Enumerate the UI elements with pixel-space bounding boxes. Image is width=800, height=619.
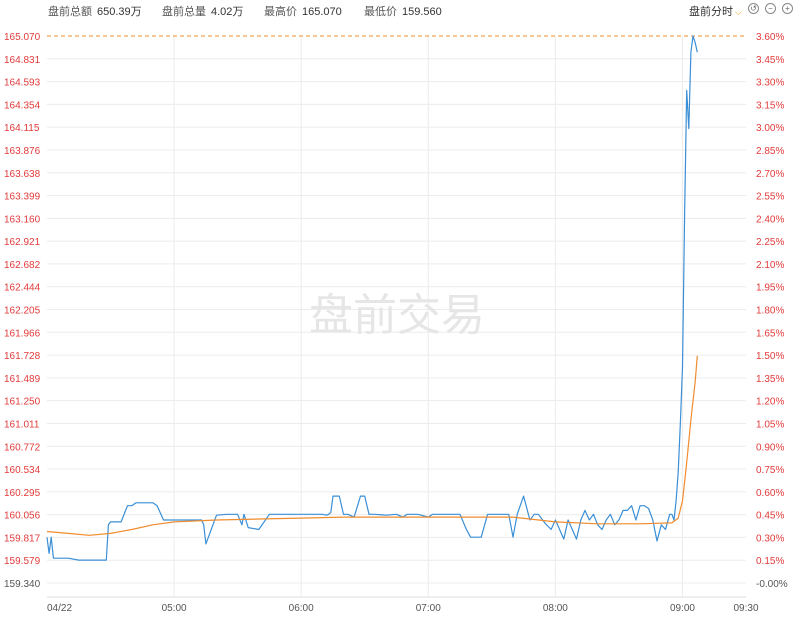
- y-tick-label-right: 0.90%: [756, 442, 784, 453]
- y-tick-label: 161.728: [4, 351, 41, 362]
- y-tick-label: 162.921: [4, 237, 41, 248]
- y-tick-label-right: 2.55%: [756, 192, 784, 203]
- y-tick-label-right: 0.60%: [756, 488, 784, 499]
- y-axis-right: 3.60% 3.45% 3.30% 3.15% 3.00% 2.85% 2.70% 2.55%…: [756, 32, 788, 590]
- y-tick-label-right: 2.70%: [756, 169, 784, 180]
- y-tick-label-right: 1.05%: [756, 419, 784, 430]
- premarket-chart[interactable]: 盘前交易 165.070 164.831 164.593 164.354 164.115…: [0, 0, 800, 619]
- y-tick-label-right: 3.00%: [756, 123, 784, 134]
- y-tick-label-right: 3.30%: [756, 78, 784, 89]
- y-tick-label-right: 2.25%: [756, 237, 784, 248]
- y-tick-label: 161.489: [4, 374, 41, 385]
- y-tick-label: 162.444: [4, 283, 41, 294]
- y-tick-label-right: 2.40%: [756, 214, 784, 225]
- y-tick-label: 163.876: [4, 146, 41, 157]
- y-tick-label-right: 1.35%: [756, 374, 784, 385]
- y-tick-label: 163.638: [4, 169, 41, 180]
- y-tick-label-right: 1.65%: [756, 328, 784, 339]
- x-axis: 05:00 06:00 07:00 08:00 09:00 09:30 04/22: [47, 603, 759, 614]
- x-tick-label: 05:00: [162, 603, 187, 614]
- y-tick-label: 165.070: [4, 32, 41, 43]
- y-tick-label: 159.817: [4, 533, 41, 544]
- y-tick-label: 160.534: [4, 465, 41, 476]
- x-tick-label: 07:00: [416, 603, 441, 614]
- x-tick-label: 09:30: [733, 603, 758, 614]
- y-tick-label: 164.354: [4, 100, 41, 111]
- y-tick-label-right: 3.45%: [756, 55, 784, 66]
- y-tick-label-right: 1.50%: [756, 351, 784, 362]
- y-tick-label: 160.056: [4, 511, 41, 522]
- y-tick-label-right: -0.00%: [756, 579, 788, 590]
- y-tick-label-right: 2.10%: [756, 260, 784, 271]
- y-axis-left: 165.070 164.831 164.593 164.354 164.115 163.8…: [4, 32, 41, 590]
- y-tick-label: 160.772: [4, 442, 41, 453]
- y-tick-label: 161.966: [4, 328, 41, 339]
- y-tick-label-right: 0.15%: [756, 556, 784, 567]
- y-tick-label: 162.205: [4, 306, 41, 317]
- y-tick-label: 160.295: [4, 488, 41, 499]
- average-line: [46, 355, 698, 536]
- y-tick-label-right: 0.45%: [756, 511, 784, 522]
- watermark: 盘前交易: [309, 290, 485, 341]
- y-tick-label: 159.579: [4, 556, 41, 567]
- y-tick-label: 164.593: [4, 78, 41, 89]
- y-tick-label: 161.011: [4, 419, 40, 430]
- y-tick-label-right: 3.60%: [756, 32, 784, 43]
- y-tick-label-right: 1.20%: [756, 397, 784, 408]
- x-tick-label: 09:00: [670, 603, 695, 614]
- y-tick-label-right: 3.15%: [756, 100, 784, 111]
- x-date-label: 04/22: [47, 603, 72, 614]
- x-tick-label: 08:00: [543, 603, 568, 614]
- y-tick-label: 163.160: [4, 214, 41, 225]
- y-tick-label: 161.250: [4, 397, 41, 408]
- y-tick-label: 163.399: [4, 192, 41, 203]
- y-tick-label-right: 0.30%: [756, 533, 784, 544]
- y-tick-label-right: 1.80%: [756, 306, 784, 317]
- y-tick-label-right: 2.85%: [756, 146, 784, 157]
- y-tick-label: 159.340: [4, 579, 41, 590]
- y-tick-label-right: 1.95%: [756, 283, 784, 294]
- y-tick-label: 164.831: [4, 55, 41, 66]
- x-tick-label: 06:00: [289, 603, 314, 614]
- y-tick-label: 164.115: [4, 123, 40, 134]
- y-tick-label-right: 0.75%: [756, 465, 784, 476]
- y-tick-label: 162.682: [4, 260, 41, 271]
